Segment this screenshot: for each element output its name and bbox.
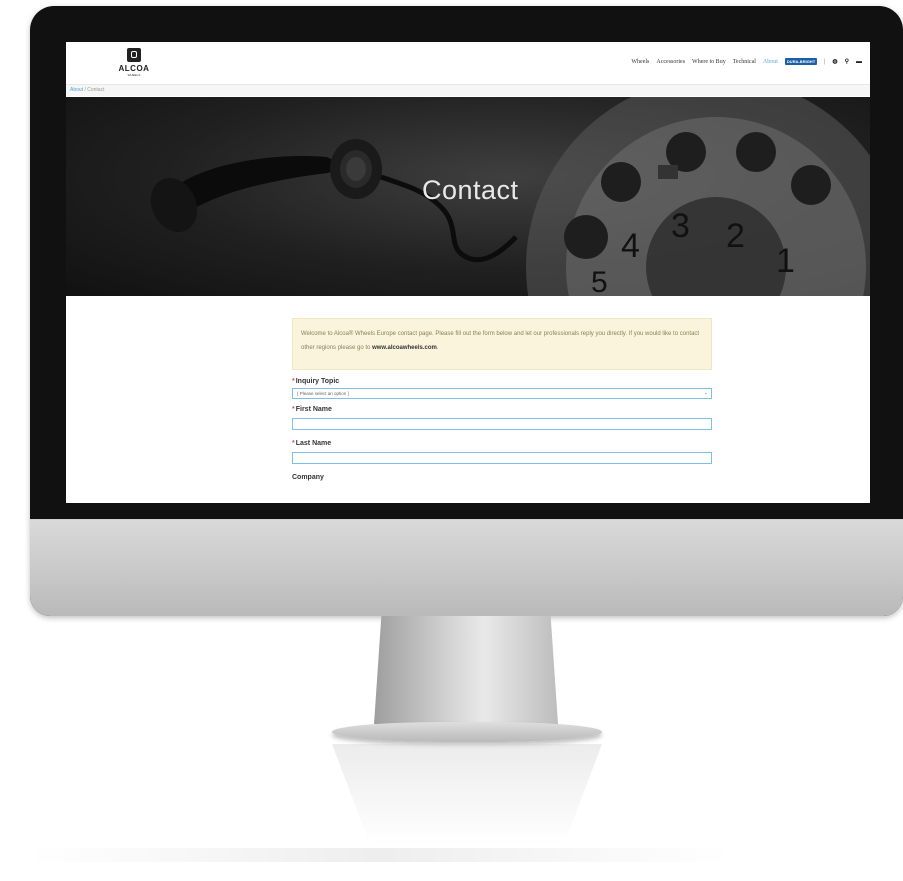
nav-item-where-to-buy[interactable]: Where to Buy [692, 59, 726, 65]
logo-subtext: WHEELS [127, 73, 141, 77]
notice-text: Welcome to Alcoa® Wheels Europe contact … [301, 331, 700, 351]
alcoa-logo-icon [127, 48, 141, 62]
page-title: Contact [422, 175, 519, 205]
logo-text: ALCOA [118, 64, 150, 73]
dial-digit-4: 4 [621, 227, 640, 265]
inquiry-topic-label-text: Inquiry Topic [295, 378, 340, 385]
browser-screen: ALCOA WHEELS Wheels Accessories Where to… [66, 42, 870, 503]
last-name-label: *Last Name [292, 440, 331, 447]
required-marker: * [292, 440, 295, 447]
notice-text-end: . [436, 345, 439, 351]
flag-icon[interactable]: ▬ [856, 59, 862, 65]
search-icon[interactable]: ⚲ [845, 58, 849, 65]
welcome-notice: Welcome to Alcoa® Wheels Europe contact … [292, 318, 712, 370]
first-name-label: *First Name [292, 406, 332, 413]
main-menu: Wheels Accessories Where to Buy Technica… [631, 58, 862, 65]
floor-shadow [30, 848, 730, 862]
rotary-dial: 1 2 3 4 5 [526, 97, 870, 296]
first-name-label-text: First Name [295, 406, 332, 413]
top-navigation: ALCOA WHEELS Wheels Accessories Where to… [66, 42, 870, 85]
monitor-stand-base [332, 722, 602, 742]
breadcrumb-separator: / [84, 87, 86, 93]
breadcrumb-about[interactable]: About [70, 87, 83, 93]
dial-digit-2: 2 [726, 217, 745, 255]
hero-banner: 1 2 3 4 5 Contact [66, 97, 870, 296]
chevron-down-icon: ⌄ [703, 390, 708, 396]
required-marker: * [292, 406, 295, 413]
nav-item-technical[interactable]: Technical [733, 59, 756, 65]
dial-digit-5: 5 [591, 266, 608, 296]
nav-item-wheels[interactable]: Wheels [631, 59, 649, 65]
dial-digit-1: 1 [776, 242, 795, 280]
nav-item-accessories[interactable]: Accessories [656, 59, 685, 65]
nav-item-about[interactable]: About [763, 59, 778, 65]
required-marker: * [292, 378, 295, 385]
alcoa-logo[interactable]: ALCOA WHEELS [112, 48, 156, 82]
contact-form-section: Welcome to Alcoa® Wheels Europe contact … [66, 296, 870, 503]
breadcrumb: About / Contact [66, 85, 870, 96]
monitor-frame: ALCOA WHEELS Wheels Accessories Where to… [30, 6, 903, 616]
nav-separator: | [824, 58, 826, 65]
alcoa-wheels-link[interactable]: www.alcoawheels.com [372, 345, 437, 351]
first-name-field[interactable] [292, 418, 712, 430]
inquiry-topic-value: { Please select an option } [297, 391, 350, 396]
company-label: Company [292, 474, 324, 481]
monitor-chin [30, 519, 903, 616]
inquiry-topic-select[interactable]: { Please select an option } ⌄ [292, 388, 712, 399]
last-name-field[interactable] [292, 452, 712, 464]
breadcrumb-current: Contact [87, 87, 105, 93]
last-name-label-text: Last Name [295, 440, 332, 447]
stand-reflection [332, 744, 602, 844]
dura-bright-badge[interactable]: DURA-BRIGHT [784, 58, 818, 65]
globe-icon[interactable]: ◍ [832, 58, 837, 65]
inquiry-topic-label: *Inquiry Topic [292, 378, 339, 385]
dial-digit-3: 3 [671, 207, 690, 245]
monitor-stand [374, 616, 558, 724]
